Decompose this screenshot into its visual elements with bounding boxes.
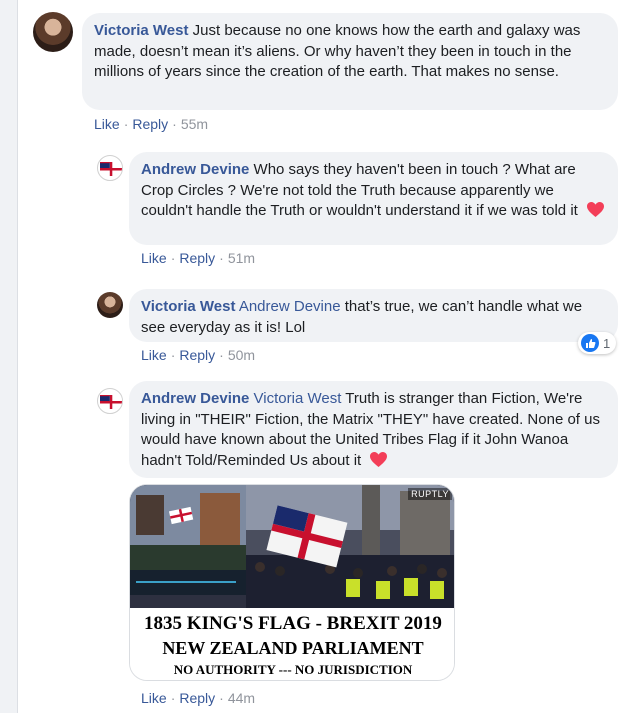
caption-line-1: 1835 KING'S FLAG - BREXIT 2019 <box>144 613 442 634</box>
reply-link[interactable]: Reply <box>179 690 215 706</box>
like-link[interactable]: Like <box>141 690 167 706</box>
comment-bubble: Victoria West Andrew Devine that’s true,… <box>129 289 618 342</box>
like-link[interactable]: Like <box>141 250 167 266</box>
comment-timestamp[interactable]: 50m <box>228 347 255 363</box>
comment-mention[interactable]: Victoria West <box>254 390 342 407</box>
avatar[interactable] <box>97 292 123 318</box>
protest-photo: RUPTLY <box>130 485 454 608</box>
avatar[interactable] <box>33 12 73 52</box>
comment-bubble: Andrew Devine Victoria West Truth is str… <box>129 381 618 478</box>
comment-actions: Like · Reply · 50m <box>141 347 256 363</box>
reply-link[interactable]: Reply <box>132 116 168 132</box>
comment-timestamp[interactable]: 44m <box>228 690 255 706</box>
left-rail <box>0 0 18 713</box>
comment-author[interactable]: Andrew Devine <box>141 161 249 178</box>
avatar[interactable] <box>97 155 123 181</box>
comment-author[interactable]: Victoria West <box>141 298 235 315</box>
comment-actions: Like · Reply · 44m <box>141 690 256 706</box>
reply-link[interactable]: Reply <box>179 250 215 266</box>
comment-timestamp[interactable]: 55m <box>181 116 208 132</box>
heart-icon <box>370 451 388 467</box>
like-link[interactable]: Like <box>94 116 120 132</box>
comment-author[interactable]: Victoria West <box>94 22 188 39</box>
caption-line-2: NEW ZEALAND PARLIAMENT <box>162 638 424 658</box>
caption-line-3: NO AUTHORITY --- NO JURISDICTION <box>173 662 413 677</box>
comment-bubble: Andrew Devine Who says they haven't been… <box>129 152 618 245</box>
comment-mention[interactable]: Andrew Devine <box>239 298 341 315</box>
comment-actions: Like · Reply · 55m <box>94 116 209 132</box>
image-caption: 1835 KING'S FLAG - BREXIT 2019 NEW ZEALA… <box>130 608 454 680</box>
united-tribes-flag-icon <box>100 395 122 409</box>
heart-icon <box>587 202 604 217</box>
like-reaction-icon <box>581 334 599 352</box>
like-link[interactable]: Like <box>141 347 167 363</box>
comment-timestamp[interactable]: 51m <box>228 250 255 266</box>
comment-actions: Like · Reply · 51m <box>141 250 256 266</box>
comment-author[interactable]: Andrew Devine <box>141 390 249 407</box>
comment-attachment-image[interactable]: RUPTLY 1835 KING'S FLAG - BREXIT 2019 NE… <box>129 484 455 681</box>
reply-link[interactable]: Reply <box>179 347 215 363</box>
reaction-badge[interactable]: 1 <box>578 332 617 354</box>
avatar[interactable] <box>97 388 123 414</box>
ruptly-watermark: RUPTLY <box>408 488 452 500</box>
united-tribes-flag-icon <box>100 162 122 176</box>
reaction-count: 1 <box>603 335 611 351</box>
comment-bubble: Victoria West Just because no one knows … <box>82 13 618 110</box>
